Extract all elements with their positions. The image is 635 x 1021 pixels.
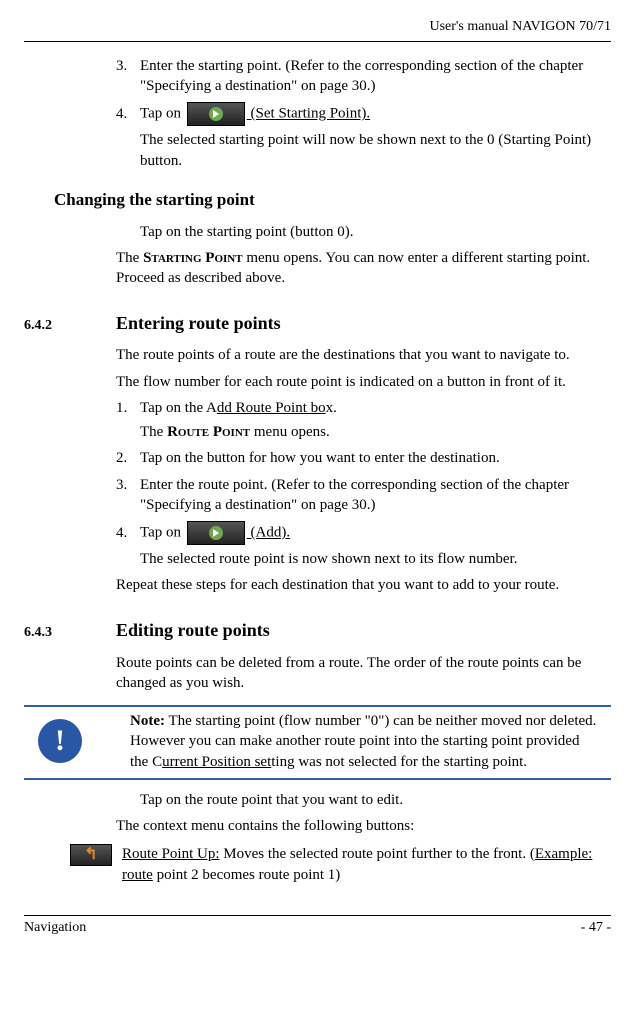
note-box: Note: The starting point (flow number "0… (24, 705, 611, 780)
header-title: User's manual NAVIGON 70/71 (24, 18, 611, 42)
text: The (116, 250, 143, 266)
paragraph: Route points can be deleted from a route… (116, 653, 601, 694)
route-point-up-icon: ↰ (70, 844, 112, 866)
arrow-right-icon (187, 521, 245, 545)
arrow-right-icon (187, 102, 245, 126)
step-result: The Route Point menu opens. (140, 422, 601, 442)
step-number: 4. (116, 523, 140, 543)
footer-left: Navigation (24, 919, 86, 938)
step-text: Tap on (Set Starting Point). (140, 102, 601, 126)
page-content: 3. Enter the starting point. (Refer to t… (24, 56, 611, 885)
step-number: 3. (116, 56, 140, 97)
note-icon (38, 719, 82, 763)
step-number: 1. (116, 398, 140, 418)
instruction-text: Tap on the starting point (button 0). (140, 222, 601, 242)
note-text: Note: The starting point (flow number "0… (130, 711, 605, 772)
paragraph: The route points of a route are the dest… (116, 345, 601, 365)
step-text: Tap on (Add). (140, 521, 601, 545)
section-number: 6.4.3 (24, 624, 116, 643)
step-result: The selected route point is now shown ne… (140, 549, 601, 569)
section-number: 6.4.2 (24, 317, 116, 336)
paragraph: The flow number for each route point is … (116, 372, 601, 392)
set-starting-point-link[interactable]: (Set Starting Point). (247, 106, 370, 122)
footer-page-number: - 47 - (581, 919, 611, 938)
step-result: The selected starting point will now be … (140, 130, 601, 171)
section-title: Entering route points (116, 311, 281, 335)
menu-name: Starting Point (143, 250, 243, 266)
step-number: 4. (116, 104, 140, 124)
instruction-text: Tap on the route point that you want to … (140, 790, 601, 810)
step-text: Enter the starting point. (Refer to the … (140, 56, 601, 97)
paragraph: Repeat these steps for each destination … (116, 575, 601, 595)
paragraph: The context menu contains the following … (116, 816, 601, 836)
step-number: 3. (116, 475, 140, 516)
paragraph: The Starting Point menu opens. You can n… (116, 248, 601, 289)
step-text: Tap on the button for how you want to en… (140, 448, 601, 468)
subsection-heading: Changing the starting point (54, 189, 611, 212)
section-title: Editing route points (116, 618, 270, 642)
add-link[interactable]: (Add). (247, 525, 290, 541)
step-number: 2. (116, 448, 140, 468)
menu-name: Route Point (167, 424, 250, 440)
text: Tap on (140, 106, 185, 122)
step-text: Enter the route point. (Refer to the cor… (140, 475, 601, 516)
step-text: Tap on the Add Route Point box. (140, 398, 601, 418)
button-description: Route Point Up: Moves the selected route… (122, 844, 611, 885)
